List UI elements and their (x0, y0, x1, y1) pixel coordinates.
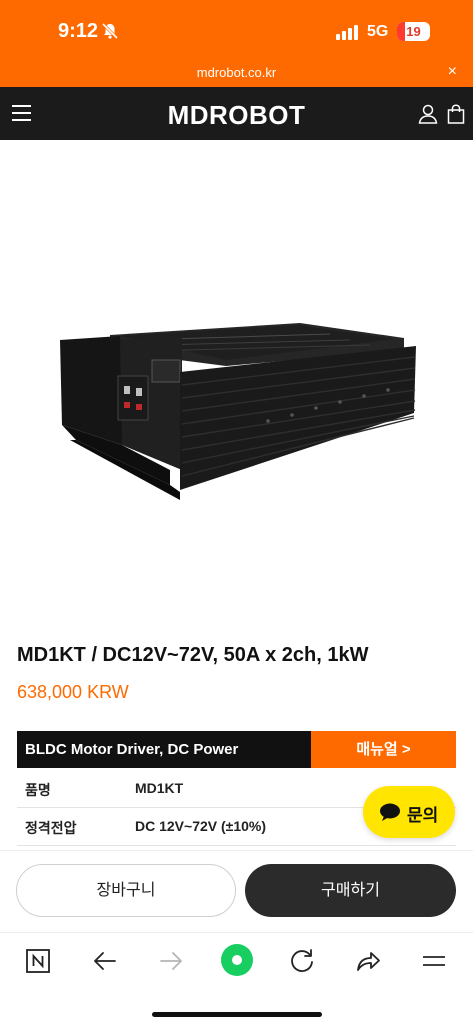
product-category: BLDC Motor Driver, DC Power (17, 731, 311, 768)
spec-key: 품명 (25, 782, 51, 798)
signal-icon (336, 24, 360, 40)
user-icon[interactable] (418, 104, 438, 124)
share-icon[interactable] (354, 947, 382, 975)
site-header: MDROBOT (0, 87, 473, 140)
home-indicator[interactable] (152, 1012, 322, 1017)
battery-level: 19 (406, 24, 421, 39)
green-dot-icon[interactable] (220, 943, 254, 977)
spec-key: 정격전압 (25, 820, 77, 836)
forward-arrow-icon[interactable] (157, 947, 185, 975)
product-title: MD1KT / DC12V~72V, 50A x 2ch, 1kW (17, 644, 369, 666)
battery-indicator: 19 (397, 22, 430, 41)
spec-value: MD1KT (135, 780, 184, 796)
inquiry-button[interactable]: 문의 (363, 786, 455, 838)
buy-now-button[interactable]: 구매하기 (245, 864, 456, 917)
page: 9:12 5G 19 mdrobot.co.kr × MDROBOT MD1KT… (0, 0, 473, 1024)
chat-bubble-icon (380, 803, 400, 821)
motor-driver-image (60, 323, 416, 500)
url-bar[interactable]: mdrobot.co.kr × (0, 60, 473, 87)
network-type: 5G (367, 23, 389, 40)
close-icon[interactable]: × (448, 63, 457, 81)
refresh-icon[interactable] (288, 947, 316, 975)
spec-banner: BLDC Motor Driver, DC Power 매뉴얼 > (17, 731, 456, 768)
purchase-bar: 장바구니 구매하기 (0, 850, 473, 932)
url-text[interactable]: mdrobot.co.kr (0, 65, 473, 80)
menu-icon[interactable] (420, 947, 448, 975)
manual-button[interactable]: 매뉴얼 > (311, 731, 456, 768)
inquiry-label: 문의 (407, 806, 439, 825)
spec-value: DC 12V~72V (±10%) (135, 818, 267, 834)
shopping-bag-icon[interactable] (447, 104, 465, 124)
add-to-cart-button[interactable]: 장바구니 (16, 864, 236, 917)
browser-toolbar (0, 932, 473, 1024)
status-bar: 9:12 5G 19 (0, 0, 473, 60)
naver-home-icon[interactable] (24, 947, 52, 975)
status-time: 9:12 (58, 20, 99, 42)
product-price: 638,000 KRW (17, 682, 129, 702)
site-logo[interactable]: MDROBOT (0, 100, 473, 131)
bell-muted-icon (101, 22, 119, 40)
back-arrow-icon[interactable] (91, 947, 119, 975)
product-image (0, 140, 473, 620)
